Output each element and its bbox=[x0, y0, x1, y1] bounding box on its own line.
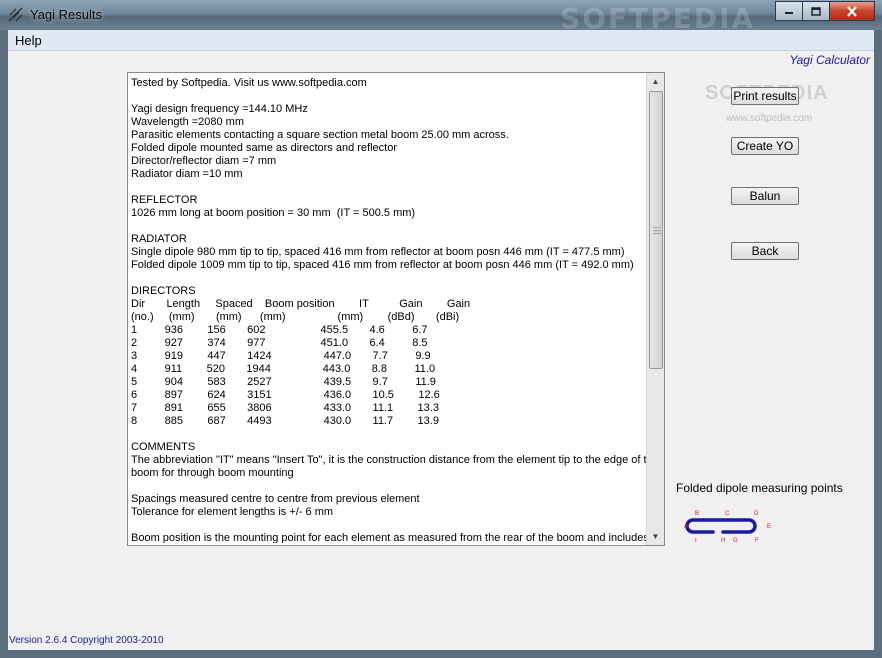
client-area: Yagi Calculator Tested by Softpedia. Vis… bbox=[8, 51, 874, 650]
result-line: DIRECTORS bbox=[131, 285, 196, 297]
result-line: Yagi design frequency =144.10 MHz bbox=[131, 103, 308, 115]
result-line: Parasitic elements contacting a square s… bbox=[131, 129, 509, 141]
folded-dipole-shape bbox=[685, 518, 757, 534]
point-d: D bbox=[754, 511, 759, 517]
back-button[interactable]: Back bbox=[731, 242, 799, 260]
print-results-button[interactable]: Print results bbox=[731, 87, 799, 105]
result-line: Tested by Softpedia. Visit us www.softpe… bbox=[131, 77, 367, 89]
softpedia-url: www.softpedia.com bbox=[726, 113, 813, 124]
folded-dipole-diagram: A B C D E F G H I bbox=[684, 511, 771, 544]
result-line: Folded dipole 1009 mm tip to tip, spaced… bbox=[131, 259, 634, 271]
result-line: Wavelength =2080 mm bbox=[131, 116, 245, 128]
result-line: The abbreviation "IT" means "Insert To",… bbox=[131, 454, 647, 466]
result-line: Folded dipole mounted same as directors … bbox=[131, 142, 397, 154]
result-line bbox=[131, 272, 647, 285]
menu-help[interactable]: Help bbox=[15, 33, 42, 48]
result-line: Director/reflector diam =7 mm bbox=[131, 155, 277, 167]
result-line: Boom position is the mounting point for … bbox=[131, 532, 647, 543]
result-line bbox=[131, 519, 647, 532]
point-a: A bbox=[684, 524, 688, 530]
minimize-button[interactable] bbox=[775, 1, 803, 21]
result-line: Tolerance for element lengths is +/- 6 m… bbox=[131, 506, 334, 518]
title-bar[interactable]: Yagi Results SOFTPEDIA bbox=[0, 0, 882, 35]
close-icon bbox=[847, 5, 857, 17]
menu-bar: Help bbox=[8, 30, 874, 51]
result-line: Radiator diam =10 mm bbox=[131, 168, 243, 180]
scroll-up-arrow-icon[interactable]: ▲ bbox=[647, 73, 664, 90]
point-h: H bbox=[721, 538, 725, 544]
point-c: C bbox=[725, 511, 730, 517]
app-icon bbox=[8, 7, 23, 22]
result-line: 1 936 156 602 455.5 4.6 6.7 bbox=[131, 324, 428, 336]
result-line: 7 891 655 3806 433.0 11.1 13.3 bbox=[131, 402, 439, 414]
result-line: Single dipole 980 mm tip to tip, spaced … bbox=[131, 246, 625, 258]
point-g: G bbox=[733, 538, 738, 544]
grip-icon: — — — bbox=[653, 223, 661, 238]
point-b: B bbox=[695, 511, 699, 517]
balun-button[interactable]: Balun bbox=[731, 187, 799, 205]
create-yo-button[interactable]: Create YO bbox=[731, 137, 799, 155]
result-line: 4 911 520 1944 443.0 8.8 11.0 bbox=[131, 363, 436, 375]
point-e: E bbox=[767, 524, 771, 530]
result-line: 5 904 583 2527 439.5 9.7 11.9 bbox=[131, 376, 436, 388]
result-line: 6 897 624 3151 436.0 10.5 12.6 bbox=[131, 389, 440, 401]
minimize-icon bbox=[785, 12, 793, 14]
app-title: Yagi Calculator bbox=[789, 53, 870, 67]
point-f: F bbox=[755, 538, 759, 544]
result-line bbox=[131, 90, 647, 103]
maximize-button[interactable] bbox=[802, 1, 830, 21]
version-footer: Version 2.6.4 Copyright 2003-2010 bbox=[9, 635, 164, 646]
result-line: RADIATOR bbox=[131, 233, 187, 245]
result-line: 1026 mm long at boom position = 30 mm (I… bbox=[131, 207, 416, 219]
result-line bbox=[131, 480, 647, 493]
maximize-icon bbox=[811, 6, 821, 16]
results-textbox[interactable]: Tested by Softpedia. Visit us www.softpe… bbox=[127, 72, 665, 546]
result-line bbox=[131, 428, 647, 441]
result-line: 2 927 374 977 451.0 6.4 8.5 bbox=[131, 337, 428, 349]
scroll-down-arrow-icon[interactable]: ▼ bbox=[647, 528, 664, 545]
window-title: Yagi Results bbox=[30, 7, 103, 22]
result-line: Dir Length Spaced Boom position IT Gain … bbox=[131, 298, 471, 310]
window: Yagi Results SOFTPEDIA Help Yagi Calcula… bbox=[0, 0, 882, 658]
dipole-label: Folded dipole measuring points bbox=[676, 481, 843, 495]
result-line: boom for through boom mounting bbox=[131, 467, 294, 479]
results-scrollbar[interactable]: ▲ — — — ▼ bbox=[646, 73, 664, 545]
result-line: Spacings measured centre to centre from … bbox=[131, 493, 420, 505]
close-button[interactable] bbox=[829, 1, 875, 21]
results-text: Tested by Softpedia. Visit us www.softpe… bbox=[128, 73, 647, 543]
result-line: COMMENTS bbox=[131, 441, 196, 453]
point-i: I bbox=[695, 538, 697, 544]
result-line: (no.) (mm) (mm) (mm) (mm) (dBd) (dBi) bbox=[131, 311, 460, 323]
result-line: REFLECTOR bbox=[131, 194, 198, 206]
result-line bbox=[131, 181, 647, 194]
result-line: 8 885 687 4493 430.0 11.7 13.9 bbox=[131, 415, 439, 427]
result-line bbox=[131, 220, 647, 233]
scroll-thumb[interactable]: — — — bbox=[649, 91, 663, 369]
result-line: 3 919 447 1424 447.0 7.7 9.9 bbox=[131, 350, 431, 362]
